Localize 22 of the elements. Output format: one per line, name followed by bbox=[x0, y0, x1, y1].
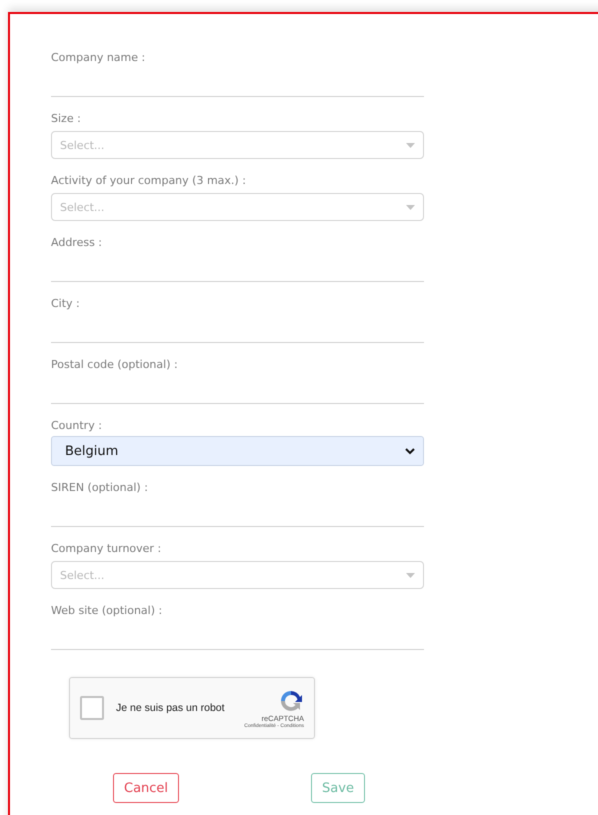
chevron-down-icon bbox=[405, 448, 415, 454]
caret-down-icon bbox=[406, 142, 415, 148]
field-label: Address : bbox=[51, 235, 104, 251]
captcha-checkbox[interactable] bbox=[80, 696, 104, 720]
select-field[interactable]: Select... bbox=[51, 131, 424, 159]
field-label: Company turnover : bbox=[51, 541, 162, 557]
field-label: City : bbox=[51, 296, 81, 312]
select-field[interactable]: Select... bbox=[51, 561, 424, 589]
field-label: Postal code (optional) : bbox=[51, 357, 179, 373]
caret-down-icon bbox=[406, 572, 415, 578]
field-label: SIREN (optional) : bbox=[51, 480, 149, 496]
save-button[interactable]: Save bbox=[311, 773, 365, 803]
cancel-button[interactable]: Cancel bbox=[113, 773, 180, 803]
select-field[interactable]: Select... bbox=[51, 193, 424, 221]
field-label: Activity of your company (3 max.) : bbox=[51, 173, 247, 189]
field-label: Size : bbox=[51, 111, 82, 127]
country-select[interactable]: Belgium bbox=[51, 436, 424, 466]
field-label: Web site (optional) : bbox=[51, 603, 164, 619]
field-label: Company name : bbox=[51, 50, 146, 66]
field-label: Country : bbox=[51, 418, 103, 434]
caret-down-icon bbox=[406, 204, 415, 210]
captcha-label: Je ne suis pas un robot bbox=[116, 702, 226, 714]
